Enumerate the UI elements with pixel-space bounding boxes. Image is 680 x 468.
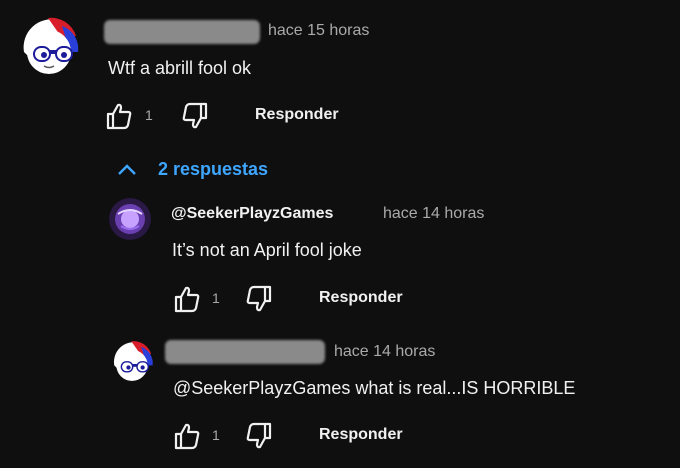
like-button[interactable]	[104, 101, 136, 131]
reply-text: It’s not an April fool joke	[172, 240, 362, 260]
replies-toggle-label: 2 respuestas	[158, 159, 269, 179]
thumbs-up-icon	[174, 286, 200, 313]
reply-button[interactable]: Responder	[319, 289, 403, 307]
dislike-button[interactable]	[244, 421, 276, 451]
replies-toggle[interactable]: 2 respuestas	[116, 157, 306, 183]
reply-time[interactable]: hace 14 horas	[334, 343, 435, 361]
redacted-username	[104, 20, 260, 44]
avatar[interactable]	[18, 12, 80, 74]
reply-author[interactable]: @SeekerPlayzGames	[171, 205, 333, 223]
dislike-button[interactable]	[180, 101, 212, 131]
like-count: 1	[212, 290, 220, 306]
like-count: 1	[145, 107, 153, 123]
thumbs-up-icon	[174, 423, 200, 450]
thumbs-up-icon	[106, 103, 132, 130]
reply-text: @SeekerPlayzGames what is real...IS HORR…	[173, 378, 576, 398]
like-button[interactable]	[172, 421, 204, 451]
thumbs-down-icon	[182, 102, 208, 129]
chevron-up-icon	[118, 164, 136, 175]
reply-time[interactable]: hace 14 horas	[383, 205, 484, 223]
dislike-button[interactable]	[244, 284, 276, 314]
like-button[interactable]	[172, 284, 204, 314]
avatar[interactable]	[109, 198, 151, 240]
reply-button[interactable]: Responder	[255, 106, 339, 124]
thumbs-down-icon	[246, 422, 272, 449]
reply-button[interactable]: Responder	[319, 426, 403, 444]
thumbs-down-icon	[246, 285, 272, 312]
comment-text: Wtf a abrill fool ok	[108, 58, 252, 78]
comment-time[interactable]: hace 15 horas	[268, 22, 369, 40]
like-count: 1	[212, 427, 220, 443]
avatar[interactable]	[110, 337, 154, 381]
redacted-username	[165, 340, 325, 364]
